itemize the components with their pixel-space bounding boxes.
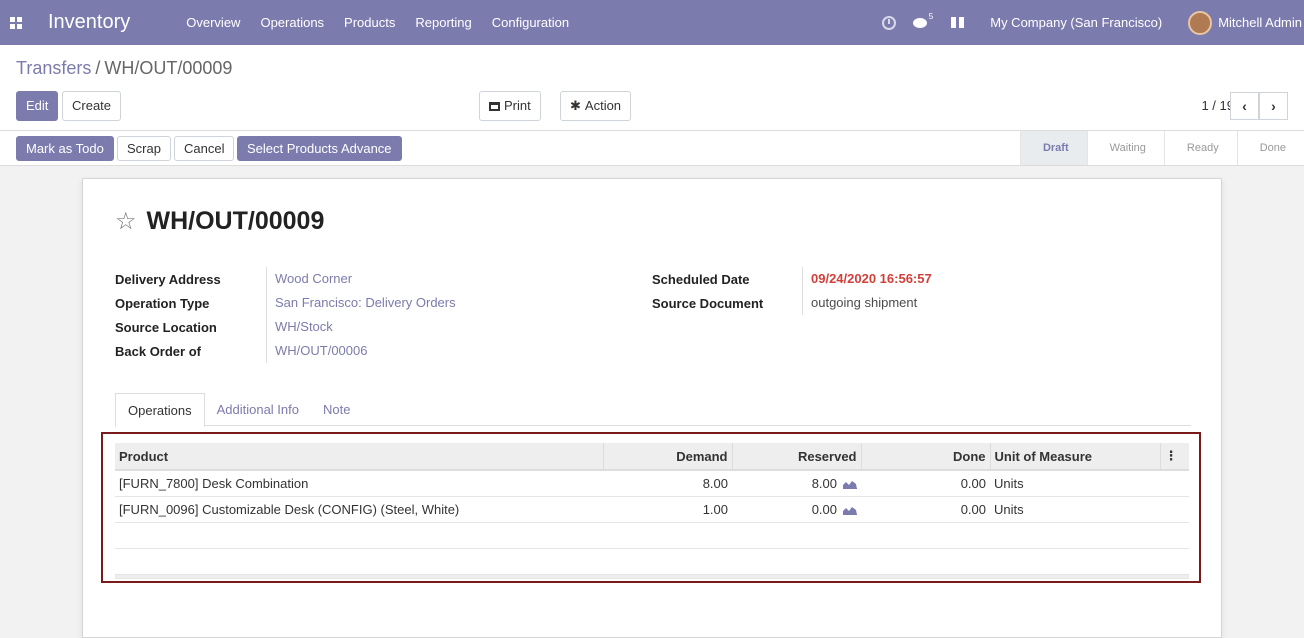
cell-demand: 8.00 bbox=[603, 470, 732, 497]
cancel-button[interactable]: Cancel bbox=[174, 136, 235, 161]
table-row[interactable]: [FURN_0096] Customizable Desk (CONFIG) (… bbox=[115, 496, 1189, 523]
cell-uom: Units bbox=[990, 496, 1160, 523]
breadcrumb-current: WH/OUT/00009 bbox=[104, 58, 233, 78]
cell-demand: 1.00 bbox=[603, 496, 732, 523]
company-switcher[interactable]: My Company (San Francisco) bbox=[990, 15, 1162, 30]
user-avatar[interactable] bbox=[1188, 10, 1213, 35]
form-sheet: ☆ WH/OUT/00009 Delivery Address Wood Corn… bbox=[82, 178, 1222, 638]
operation-type-link[interactable]: San Francisco: Delivery Orders bbox=[266, 291, 456, 315]
create-button[interactable]: Create bbox=[62, 91, 122, 121]
scheduled-date-value: 09/24/2020 16:56:57 bbox=[802, 267, 932, 291]
right-field-group: Scheduled Date 09/24/2020 16:56:57 Source… bbox=[652, 267, 932, 315]
forecast-chart-icon[interactable] bbox=[843, 480, 857, 489]
cell-options bbox=[1160, 470, 1189, 497]
app-title[interactable]: Inventory bbox=[48, 11, 130, 34]
empty-row bbox=[115, 522, 1189, 549]
apps-menu-icon[interactable] bbox=[0, 0, 32, 45]
action-label: Action bbox=[584, 98, 622, 113]
mark-as-todo-button[interactable]: Mark as Todo bbox=[16, 136, 114, 161]
cell-product: [FURN_7800] Desk Combination bbox=[115, 470, 603, 497]
column-demand[interactable]: Demand bbox=[603, 443, 733, 471]
back-order-link[interactable]: WH/OUT/00006 bbox=[266, 339, 367, 363]
cell-uom: Units bbox=[990, 470, 1160, 497]
left-field-group: Delivery Address Wood Corner Operation Ty… bbox=[115, 267, 456, 363]
source-document-value: outgoing shipment bbox=[802, 291, 917, 315]
menu-operations[interactable]: Operations bbox=[250, 0, 334, 45]
stage-draft[interactable]: Draft bbox=[1019, 131, 1087, 165]
table-footer bbox=[115, 573, 1189, 579]
column-product[interactable]: Product bbox=[115, 443, 604, 471]
field-label-operation-type: Operation Type bbox=[115, 295, 210, 311]
navbar-systray: 5 My Company (San Francisco) Mitchell Ad… bbox=[869, 0, 1304, 45]
stage-ready[interactable]: Ready bbox=[1163, 131, 1237, 165]
tab-additional-info[interactable]: Additional Info bbox=[205, 393, 311, 425]
record-title: WH/OUT/00009 bbox=[146, 207, 325, 235]
stage-done[interactable]: Done bbox=[1236, 131, 1304, 165]
reserved-value: 8.00 bbox=[811, 475, 837, 491]
print-icon bbox=[489, 101, 500, 111]
column-reserved[interactable]: Reserved bbox=[732, 443, 862, 471]
star-icon[interactable]: ☆ bbox=[115, 209, 137, 234]
print-button[interactable]: Print bbox=[479, 91, 541, 121]
tab-operations[interactable]: Operations bbox=[115, 393, 205, 427]
field-label-source-document: Source Document bbox=[652, 295, 764, 311]
status-bar: Mark as Todo Scrap Cancel Select Product… bbox=[0, 131, 1304, 166]
cell-done: 0.00 bbox=[861, 470, 990, 497]
forecast-chart-icon[interactable] bbox=[843, 506, 857, 515]
stage-pipeline: Draft Waiting Ready Done bbox=[1019, 131, 1304, 165]
stage-waiting[interactable]: Waiting bbox=[1086, 131, 1164, 165]
delivery-address-link[interactable]: Wood Corner bbox=[266, 267, 352, 291]
source-location-link[interactable]: WH/Stock bbox=[266, 315, 333, 339]
breadcrumb: Transfers / WH/OUT/00009 bbox=[16, 58, 232, 79]
cell-done: 0.00 bbox=[861, 496, 990, 523]
column-unit-of-measure[interactable]: Unit of Measure bbox=[990, 443, 1161, 471]
cell-reserved: 8.00 bbox=[732, 470, 861, 497]
empty-row bbox=[115, 548, 1189, 575]
tab-note[interactable]: Note bbox=[311, 393, 362, 425]
title-row: ☆ WH/OUT/00009 bbox=[115, 207, 324, 236]
menu-products[interactable]: Products bbox=[334, 0, 405, 45]
main-menu: Overview Operations Products Reporting C… bbox=[176, 0, 579, 45]
pager-previous-icon[interactable]: ‹ bbox=[1230, 92, 1259, 120]
pager-next-icon[interactable]: › bbox=[1259, 92, 1288, 120]
action-button[interactable]: ✱ Action bbox=[560, 91, 632, 121]
select-products-advance-button[interactable]: Select Products Advance bbox=[237, 136, 402, 161]
control-panel: Transfers / WH/OUT/00009 Edit Create Print… bbox=[0, 45, 1304, 131]
activity-clock-icon[interactable] bbox=[869, 0, 909, 45]
column-options-icon[interactable]: ⋮ bbox=[1160, 443, 1189, 471]
top-navbar: Inventory Overview Operations Products R… bbox=[0, 0, 1304, 45]
field-label-delivery-address: Delivery Address bbox=[115, 271, 221, 287]
field-label-scheduled-date: Scheduled Date bbox=[652, 271, 750, 287]
breadcrumb-transfers[interactable]: Transfers bbox=[16, 58, 91, 78]
field-label-back-order: Back Order of bbox=[115, 343, 201, 359]
print-label: Print bbox=[504, 98, 531, 113]
menu-reporting[interactable]: Reporting bbox=[405, 0, 481, 45]
menu-overview[interactable]: Overview bbox=[176, 0, 250, 45]
operations-table: Product Demand Reserved Done Unit of Mea… bbox=[115, 443, 1189, 579]
scrap-button[interactable]: Scrap bbox=[117, 136, 171, 161]
notebook-tabs: Operations Additional Info Note bbox=[115, 393, 1191, 427]
user-menu[interactable]: Mitchell Admin bbox=[1218, 15, 1302, 30]
gift-icon[interactable] bbox=[951, 0, 965, 45]
table-row[interactable]: [FURN_7800] Desk Combination 8.00 8.00 0… bbox=[115, 470, 1189, 497]
reserved-value: 0.00 bbox=[811, 501, 837, 517]
menu-configuration[interactable]: Configuration bbox=[482, 0, 579, 45]
edit-button[interactable]: Edit bbox=[16, 91, 59, 121]
column-done[interactable]: Done bbox=[861, 443, 991, 471]
field-label-source-location: Source Location bbox=[115, 319, 217, 335]
gear-icon: ✱ bbox=[570, 98, 581, 113]
breadcrumb-separator: / bbox=[95, 58, 101, 78]
cell-options bbox=[1160, 496, 1189, 523]
cell-reserved: 0.00 bbox=[732, 496, 861, 523]
messages-icon[interactable]: 5 bbox=[913, 0, 933, 45]
messages-badge: 5 bbox=[928, 12, 934, 21]
cell-product: [FURN_0096] Customizable Desk (CONFIG) (… bbox=[115, 496, 603, 523]
